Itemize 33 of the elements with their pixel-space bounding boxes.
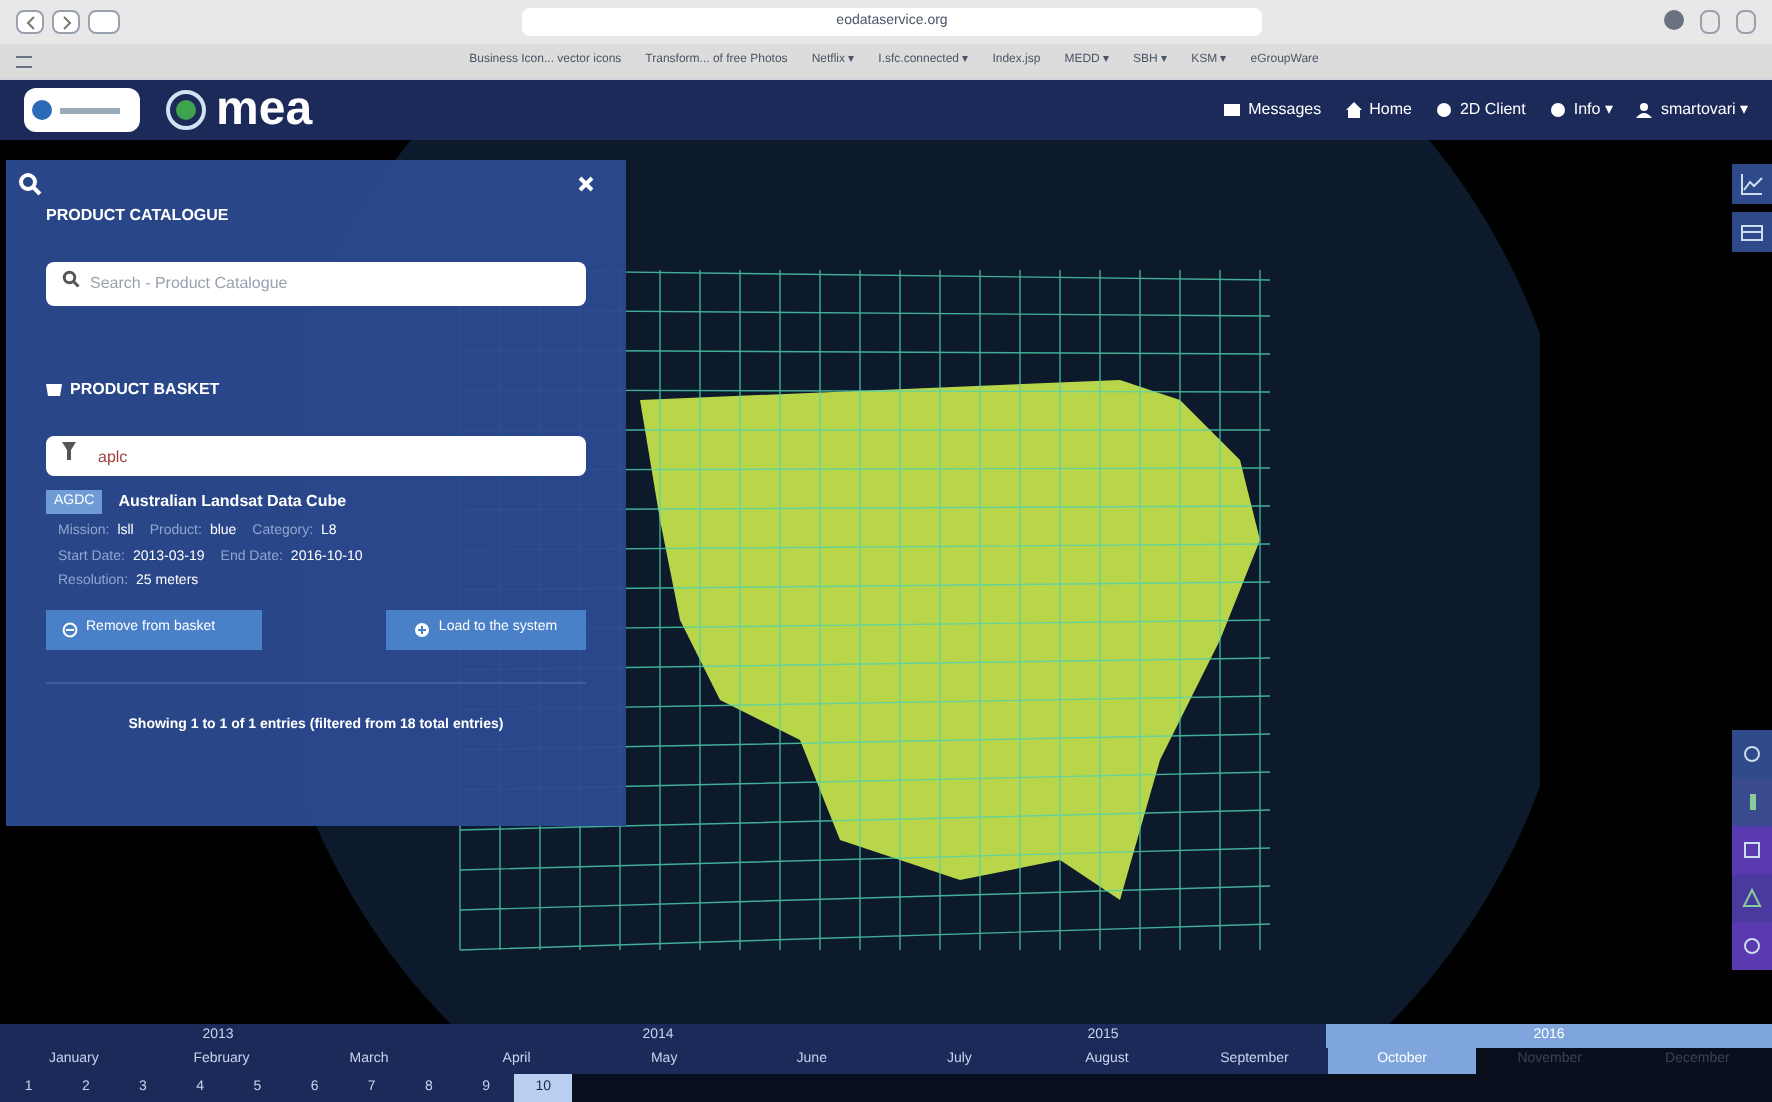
user-icon xyxy=(1636,102,1653,118)
sidebar-toggle-icon[interactable] xyxy=(88,10,120,34)
nav-link[interactable]: Info ▾ xyxy=(1549,98,1613,122)
section-title: PRODUCT BASKET xyxy=(70,377,220,401)
basket-icon xyxy=(46,382,62,396)
search-field[interactable]: Search - Product Catalogue xyxy=(46,261,586,305)
nav-link[interactable]: Messages xyxy=(1224,98,1322,122)
logo-icon xyxy=(164,88,208,132)
chevron-left-icon xyxy=(25,15,35,29)
chevron-right-icon xyxy=(61,15,71,29)
reading-list-icon[interactable] xyxy=(16,55,32,67)
filter-icon xyxy=(62,441,76,459)
nav-link[interactable]: 2D Client xyxy=(1435,98,1526,122)
messages-icon xyxy=(1224,102,1241,118)
back-button[interactable] xyxy=(16,10,44,34)
chart-icon[interactable] xyxy=(1732,164,1772,204)
layers-icon[interactable] xyxy=(1732,212,1772,252)
square-icon[interactable] xyxy=(1732,826,1772,874)
section-title: PRODUCT CATALOGUE xyxy=(46,204,231,228)
product-name: Australian Landsat Data Cube xyxy=(118,489,347,514)
nav-link[interactable]: smartovari ▾ xyxy=(1636,98,1748,122)
home-icon xyxy=(1345,102,1362,118)
search-icon xyxy=(62,270,80,288)
partner-logo xyxy=(24,88,140,132)
forward-button[interactable] xyxy=(52,10,80,34)
search-icon[interactable] xyxy=(18,172,42,196)
filter-field[interactable]: aplc xyxy=(46,436,586,476)
plus-circle-icon xyxy=(414,621,431,637)
close-button[interactable] xyxy=(578,176,594,192)
nav-link[interactable]: Home xyxy=(1345,98,1412,122)
close-icon xyxy=(578,176,594,192)
minus-circle-icon xyxy=(62,621,78,637)
logo-text: mea xyxy=(216,86,313,134)
